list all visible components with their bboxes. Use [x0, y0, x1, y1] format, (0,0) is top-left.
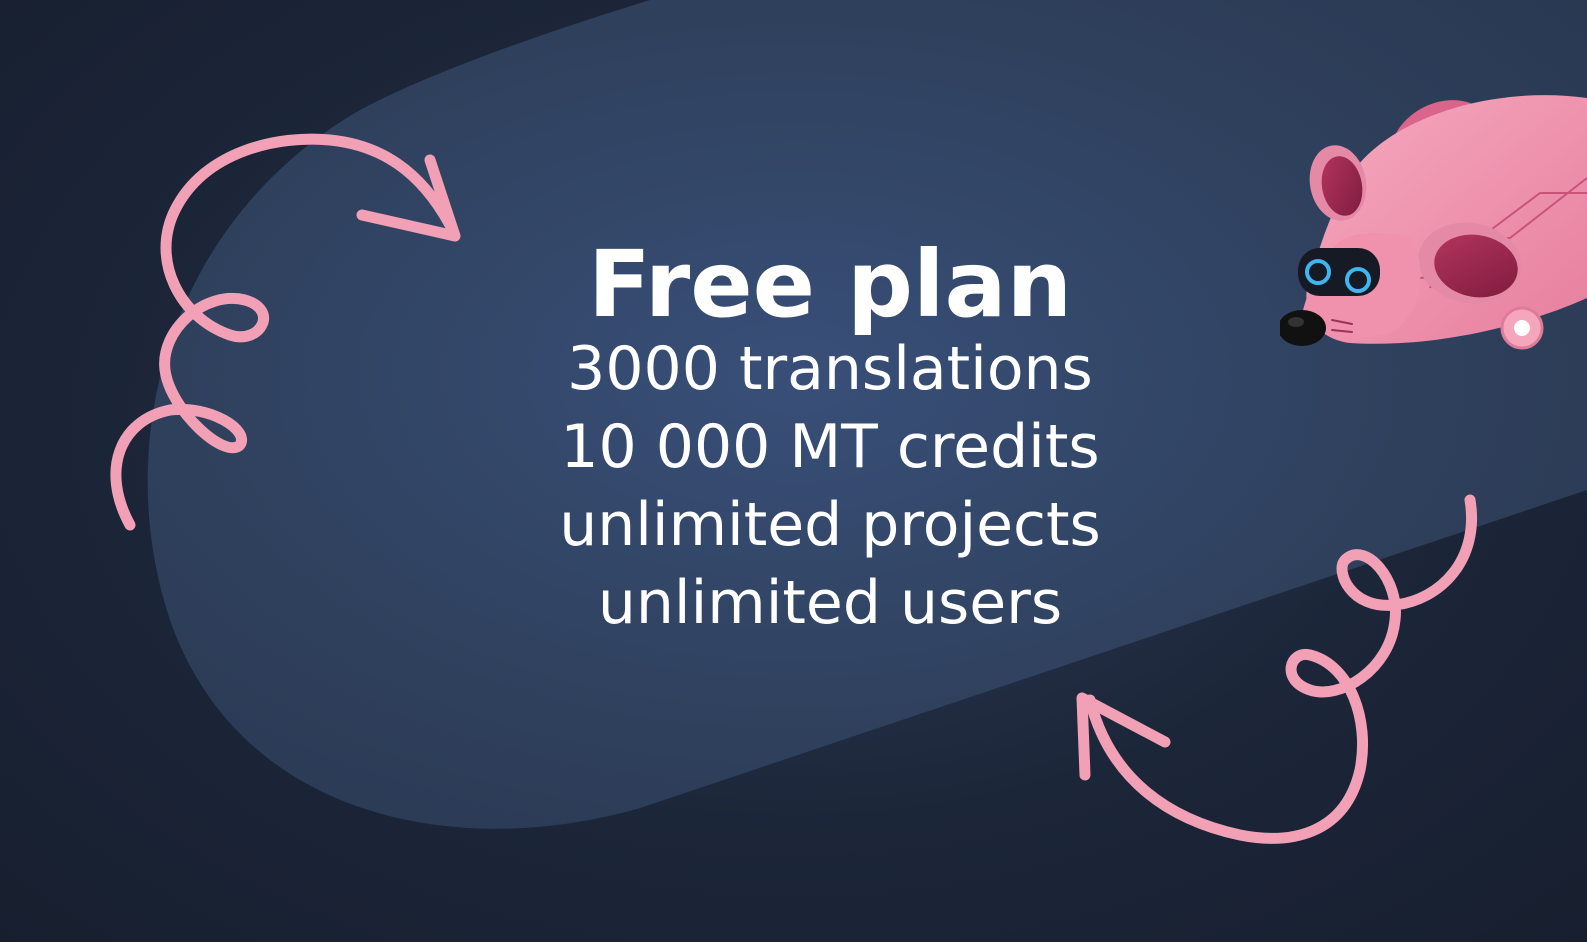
- feature-list: 3000 translations 10 000 MT credits unli…: [0, 330, 1587, 642]
- free-plan-banner: Free plan 3000 translations 10 000 MT cr…: [0, 0, 1587, 942]
- feature-users: unlimited users: [597, 568, 1063, 638]
- feature-mt-credits: 10 000 MT credits: [560, 412, 1100, 482]
- robot-mouse-icon: [1280, 95, 1587, 350]
- feature-projects: unlimited projects: [559, 490, 1101, 560]
